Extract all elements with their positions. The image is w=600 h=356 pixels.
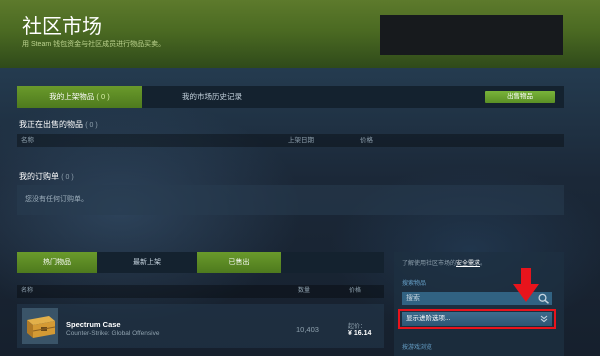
search-items-label: 搜索物品 [402, 281, 427, 287]
page-title: 社区市场 [22, 14, 102, 38]
tab-recently-listed[interactable]: 最新上架 [97, 252, 197, 273]
item-game: Counter-Strike: Global Offensive [66, 330, 160, 337]
column-item-name: 名称 [21, 288, 34, 294]
item-price-label: 起价： [348, 324, 367, 330]
orders-title-label: 我的订购单 [19, 172, 59, 181]
safety-info: 了解使用社区市场的安全需求。 [402, 258, 486, 267]
item-list-header: 名称 数量 价格 [17, 285, 384, 298]
orders-empty-message: 您没有任何订购单。 [17, 185, 564, 215]
item-name: Spectrum Case [66, 320, 121, 329]
column-price: 价格 [360, 137, 373, 144]
tab-my-listings-label: 我的上架物品 [49, 92, 95, 101]
highlight-outline [398, 309, 556, 329]
tab-market-history[interactable]: 我的市场历史记录 [142, 86, 282, 108]
column-quantity: 数量 [298, 288, 311, 294]
tab-my-listings-count: ( 0 ) [96, 92, 110, 101]
wallet-balance-panel [380, 15, 563, 55]
item-case-image [22, 308, 58, 344]
selling-table-header: 名称 上架日期 价格 [17, 134, 564, 147]
sell-item-button[interactable]: 出售物品 [485, 91, 555, 103]
selling-title-label: 我正在出售的物品 [19, 120, 83, 129]
orders-count: ( 0 ) [61, 174, 74, 181]
tab-popular-items[interactable]: 热门物品 [17, 252, 97, 273]
orders-section-title: 我的订购单 ( 0 ) [19, 171, 74, 182]
column-item-price: 价格 [349, 288, 362, 294]
browse-by-game-label[interactable]: 按游戏浏览 [402, 342, 432, 351]
tab-my-listings[interactable]: 我的上架物品 ( 0 ) [17, 86, 142, 108]
item-price: ¥ 16.14 [348, 330, 372, 337]
list-item[interactable]: Spectrum Case Counter-Strike: Global Off… [17, 304, 384, 348]
item-quantity: 10,403 [296, 325, 319, 334]
page-subtitle: 用 Steam 钱包资金与社区成员进行物品买卖。 [22, 41, 166, 48]
column-name: 名称 [21, 137, 34, 144]
column-listed-date: 上架日期 [288, 137, 314, 144]
arrow-down-icon [513, 268, 539, 302]
weapon-case-icon [22, 308, 58, 344]
tab-recently-sold[interactable]: 已售出 [197, 252, 281, 273]
safety-info-suffix: 。 [480, 261, 487, 267]
selling-count: ( 0 ) [85, 122, 98, 129]
safety-requirements-link[interactable]: 安全需求 [456, 261, 480, 267]
safety-info-text: 了解使用社区市场的 [402, 261, 457, 267]
selling-section-title: 我正在出售的物品 ( 0 ) [19, 119, 98, 130]
